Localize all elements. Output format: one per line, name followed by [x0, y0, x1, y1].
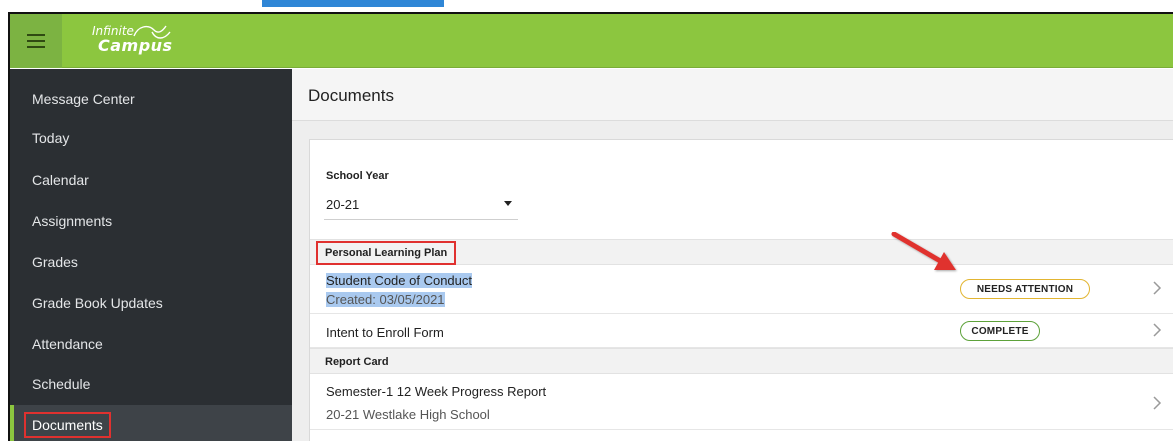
sidebar-item-documents[interactable]: Documents — [10, 405, 292, 441]
document-created-text: Created: 03/05/2021 — [326, 292, 445, 307]
app-header: Infinite Campus — [10, 14, 1173, 68]
hamburger-menu-icon — [27, 34, 45, 48]
sidebar-item-assignments[interactable]: Assignments — [10, 201, 292, 241]
annotation-arrow-icon — [891, 232, 956, 270]
section-header-personal-learning-plan: Personal Learning Plan — [310, 239, 1173, 265]
sidebar-item-message-center[interactable]: Message Center — [10, 79, 292, 119]
sidebar-item-calendar[interactable]: Calendar — [10, 160, 292, 200]
section-title: Personal Learning Plan — [316, 241, 457, 265]
document-row-student-code-of-conduct[interactable]: Student Code of Conduct Created: 03/05/2… — [310, 265, 1173, 314]
section-title: Report Card — [325, 356, 389, 368]
sidebar-nav: Message Center Today Calendar Assignment… — [10, 69, 292, 441]
document-row-intent-to-enroll[interactable]: Intent to Enroll Form COMPLETE — [310, 315, 1173, 348]
school-year-select[interactable]: 20-21 — [324, 188, 518, 220]
sidebar-item-schedule[interactable]: Schedule — [10, 364, 292, 404]
chevron-right-icon — [1153, 396, 1162, 410]
school-year-label: School Year — [326, 170, 389, 182]
app-window: Infinite Campus Message Center Today Cal… — [8, 12, 1173, 441]
cropped-top-strip — [0, 0, 1173, 12]
sidebar-item-label: Today — [32, 130, 70, 146]
infinite-campus-logo: Infinite Campus — [70, 22, 180, 60]
sidebar-item-label: Assignments — [32, 213, 113, 229]
sidebar-item-label: Grades — [32, 254, 78, 270]
status-badge-needs-attention: NEEDS ATTENTION — [960, 279, 1090, 299]
document-title: Semester-1 12 Week Progress Report — [326, 384, 547, 399]
school-year-value: 20-21 — [326, 197, 360, 212]
main-content: Documents School Year 20-21 Personal Lea… — [292, 69, 1173, 441]
section-header-report-card: Report Card — [310, 348, 1173, 374]
sidebar-item-grades[interactable]: Grades — [10, 242, 292, 282]
sidebar-item-label: Attendance — [32, 336, 103, 352]
sidebar-item-attendance[interactable]: Attendance — [10, 324, 292, 364]
chevron-right-icon — [1153, 323, 1162, 337]
document-title: Intent to Enroll Form — [326, 325, 444, 340]
sidebar-item-grade-book-updates[interactable]: Grade Book Updates — [10, 283, 292, 323]
chevron-right-icon — [1153, 281, 1162, 295]
sidebar-item-label: Schedule — [32, 376, 91, 392]
document-row-semester1-progress-report[interactable]: Semester-1 12 Week Progress Report 20-21… — [310, 374, 1173, 430]
sidebar-item-label: Message Center — [32, 91, 135, 107]
sidebar-item-label: Documents — [24, 412, 111, 438]
sidebar-item-label: Grade Book Updates — [32, 295, 163, 311]
logo-swirl-icon — [133, 25, 171, 39]
documents-card: School Year 20-21 Personal Learning Plan… — [309, 139, 1173, 441]
screenshot: Infinite Campus Message Center Today Cal… — [0, 0, 1173, 441]
caret-down-icon — [504, 201, 512, 206]
cropped-link — [262, 0, 444, 7]
document-title: Student Code of Conduct — [326, 273, 472, 288]
status-badge-complete: COMPLETE — [960, 321, 1040, 341]
document-created-date: Created: 03/05/2021 — [326, 292, 445, 307]
page-header: Documents — [292, 69, 1173, 121]
page-title: Documents — [308, 86, 394, 105]
document-title-text: Student Code of Conduct — [326, 273, 472, 288]
sidebar-item-today[interactable]: Today — [10, 118, 292, 158]
document-subtitle: 20-21 Westlake High School — [326, 407, 490, 422]
sidebar-item-label: Calendar — [32, 172, 89, 188]
menu-button[interactable] — [10, 14, 62, 68]
